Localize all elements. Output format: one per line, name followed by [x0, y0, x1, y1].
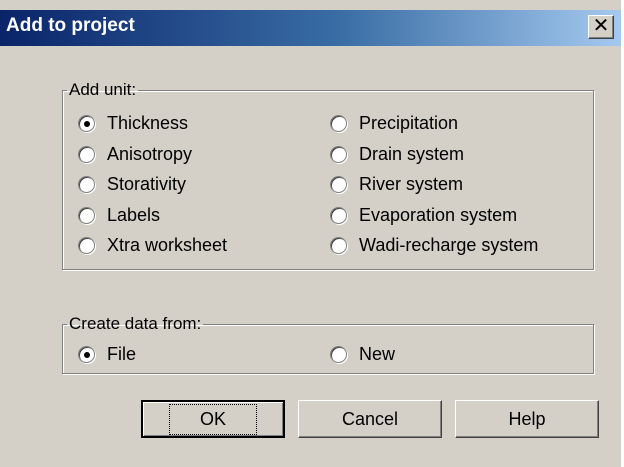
radio-xtra-worksheet[interactable]: Xtra worksheet — [78, 235, 227, 256]
radio-label: Thickness — [107, 113, 189, 133]
dialog-title: Add to project — [6, 15, 135, 36]
radio-button[interactable] — [330, 176, 347, 193]
radio-labels[interactable]: Labels — [78, 205, 160, 226]
radio-label: River system — [359, 174, 464, 194]
radio-evaporation-system[interactable]: Evaporation system — [330, 205, 517, 226]
create-data-from-group: Create data from: — [62, 314, 594, 374]
radio-label: Drain system — [359, 144, 465, 164]
ok-button[interactable]: OK — [141, 400, 285, 438]
radio-button[interactable] — [78, 237, 95, 254]
help-button-label: Help — [508, 408, 546, 429]
radio-button[interactable] — [78, 176, 95, 193]
radio-button[interactable] — [78, 146, 95, 163]
radio-button[interactable] — [330, 346, 347, 363]
radio-drain-system[interactable]: Drain system — [330, 144, 464, 165]
radio-new[interactable]: New — [330, 344, 395, 365]
cancel-button[interactable]: Cancel — [298, 400, 442, 438]
title-bar[interactable]: Add to project ✕ — [0, 10, 624, 46]
radio-button[interactable] — [330, 237, 347, 254]
radio-label: Anisotropy — [107, 144, 193, 164]
close-button[interactable]: ✕ — [588, 15, 614, 39]
radio-precipitation[interactable]: Precipitation — [330, 113, 458, 134]
radio-button[interactable] — [330, 207, 347, 224]
radio-label: Xtra worksheet — [107, 235, 228, 255]
create-data-from-legend: Create data from: — [69, 314, 202, 333]
ok-button-label: OK — [168, 403, 257, 435]
radio-label: Precipitation — [359, 113, 459, 133]
close-icon: ✕ — [592, 15, 610, 37]
radio-label: New — [359, 344, 396, 364]
radio-button[interactable] — [330, 146, 347, 163]
radio-button-checked[interactable] — [78, 346, 95, 363]
radio-file[interactable]: File — [78, 344, 136, 365]
radio-label: Wadi-recharge system — [359, 235, 539, 255]
radio-storativity[interactable]: Storativity — [78, 174, 186, 195]
radio-wadi-recharge-system[interactable]: Wadi-recharge system — [330, 235, 538, 256]
radio-button[interactable] — [330, 115, 347, 132]
radio-river-system[interactable]: River system — [330, 174, 463, 195]
cancel-button-label: Cancel — [341, 408, 399, 429]
radio-button-checked[interactable] — [78, 115, 95, 132]
radio-label: Evaporation system — [359, 205, 518, 225]
add-unit-legend: Add unit: — [69, 80, 137, 99]
help-button[interactable]: Help — [455, 400, 599, 438]
radio-thickness[interactable]: Thickness — [78, 113, 188, 134]
radio-label: Storativity — [107, 174, 187, 194]
radio-label: File — [107, 344, 137, 364]
radio-anisotropy[interactable]: Anisotropy — [78, 144, 192, 165]
radio-label: Labels — [107, 205, 161, 225]
radio-button[interactable] — [78, 207, 95, 224]
add-to-project-dialog: Add to project ✕ Add unit: Thickness Ani… — [0, 0, 624, 467]
